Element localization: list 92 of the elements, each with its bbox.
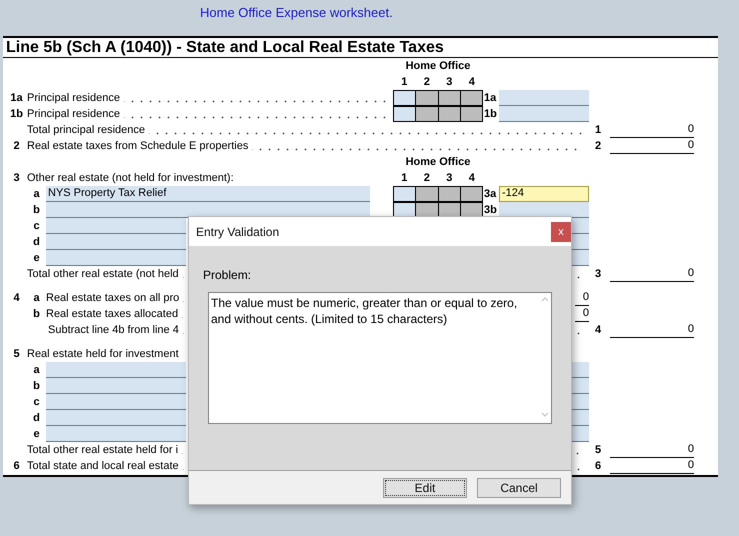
line-label: Principal residence (27, 92, 121, 104)
line-label: Total state and local real estate (27, 460, 180, 472)
line-label: Subtract line 4b from line 4 (48, 324, 180, 336)
description-field[interactable] (46, 234, 186, 250)
column-header: Home Office (406, 156, 470, 168)
line-number: 3 (595, 268, 602, 280)
description-field[interactable]: NYS Property Tax Relief (46, 186, 370, 202)
column-number: 4 (468, 171, 476, 186)
amount-value: 0 (610, 322, 694, 338)
line-letter: d (32, 236, 41, 248)
amount-field[interactable] (572, 410, 589, 426)
form-title: Line 5b (Sch A (1040)) - State and Local Real Estate Taxes (3, 38, 718, 58)
line-letter: b (32, 204, 41, 216)
amount-field[interactable]: -124 (499, 186, 589, 202)
dialog-button[interactable]: Edit (383, 478, 467, 498)
problem-label: Problem: (203, 268, 252, 282)
column-number: 2 (422, 171, 431, 186)
description-field[interactable] (46, 378, 186, 394)
amount-value: 0 (575, 290, 589, 306)
line-letter: e (32, 428, 41, 440)
line-letter: b (32, 308, 41, 320)
amount-field[interactable] (572, 250, 589, 266)
column-number: 1 (400, 75, 408, 90)
description-field[interactable] (46, 426, 186, 442)
amount-field[interactable] (499, 106, 589, 122)
description-field[interactable] (46, 394, 186, 410)
amount-field[interactable] (499, 202, 589, 218)
description-field[interactable] (46, 218, 186, 234)
amount-field[interactable] (572, 218, 589, 234)
box-label: 3b (484, 204, 497, 216)
line-letter: d (32, 412, 41, 424)
box-label: 1b (484, 108, 497, 120)
line-number: 1b (10, 108, 23, 120)
amount-value: 0 (610, 458, 694, 474)
close-button[interactable]: x (551, 222, 571, 242)
line-letter: c (32, 220, 41, 232)
amount-field[interactable] (572, 426, 589, 442)
line-number: 4 (595, 324, 602, 336)
line-label: Real estate taxes on all pro (46, 292, 180, 304)
error-message: The value must be numeric, greater than or equal to zero, and without cents. (Limited to 15 characters) (210, 295, 518, 328)
line-number: 2 (595, 140, 602, 152)
line-number: 1a (10, 92, 23, 104)
line-number: 6 (595, 460, 602, 472)
line-number: 5 (595, 444, 602, 456)
description-field[interactable] (46, 362, 186, 378)
amount-field[interactable] (572, 234, 589, 250)
column-number: 2 (422, 75, 431, 90)
line-label: Total other real estate (not held (27, 268, 180, 280)
line-number: 4 (13, 292, 20, 304)
instruction-text: Home Office Expense worksheet. (200, 5, 394, 21)
line-number: 6 (13, 460, 20, 472)
dialog-button[interactable]: Cancel (477, 478, 561, 498)
line-number: 1 (595, 124, 602, 136)
amount-field[interactable] (572, 378, 589, 394)
line-letter: c (32, 396, 41, 408)
line-letter: e (32, 252, 41, 264)
amount-value: 0 (575, 306, 589, 322)
amount-field[interactable] (572, 394, 589, 410)
line-label: Real estate taxes from Schedule E properties (27, 140, 250, 152)
description-field[interactable] (46, 250, 186, 266)
amount-value: 0 (610, 266, 694, 282)
line-letter: a (32, 188, 41, 200)
amount-field[interactable] (499, 90, 589, 106)
column-number: 4 (468, 75, 476, 90)
column-header: Home Office (406, 60, 470, 72)
line-number: 3 (13, 172, 20, 184)
line-label: Total principal residence (27, 124, 146, 136)
column-number: 3 (445, 171, 454, 186)
amount-field[interactable] (572, 362, 589, 378)
dialog-title: Entry Validation (196, 224, 280, 238)
line-label: Other real estate (not held for investment): (27, 172, 235, 184)
amount-value: 0 (610, 442, 694, 458)
amount-value: 0 (610, 138, 694, 154)
box-label: 1a (484, 92, 496, 104)
column-number: 1 (400, 171, 408, 186)
line-label: Real estate held for investment (27, 348, 180, 360)
line-number: 5 (13, 348, 20, 360)
line-label: Principal residence (27, 108, 121, 120)
box-label: 3a (484, 188, 496, 200)
home-office-cell[interactable] (394, 187, 416, 202)
home-office-cell[interactable] (394, 91, 416, 106)
amount-value: 0 (610, 122, 694, 138)
line-label: Total other real estate held for i (27, 444, 180, 456)
line-letter: a (32, 364, 41, 376)
column-number: 3 (445, 75, 454, 90)
home-office-cell[interactable] (394, 107, 416, 122)
description-field[interactable] (46, 410, 186, 426)
line-label: Real estate taxes allocated (46, 308, 180, 320)
line-number: 2 (13, 140, 20, 152)
line-letter: b (32, 380, 41, 392)
line-letter: a (32, 292, 41, 304)
description-field[interactable] (46, 202, 370, 218)
